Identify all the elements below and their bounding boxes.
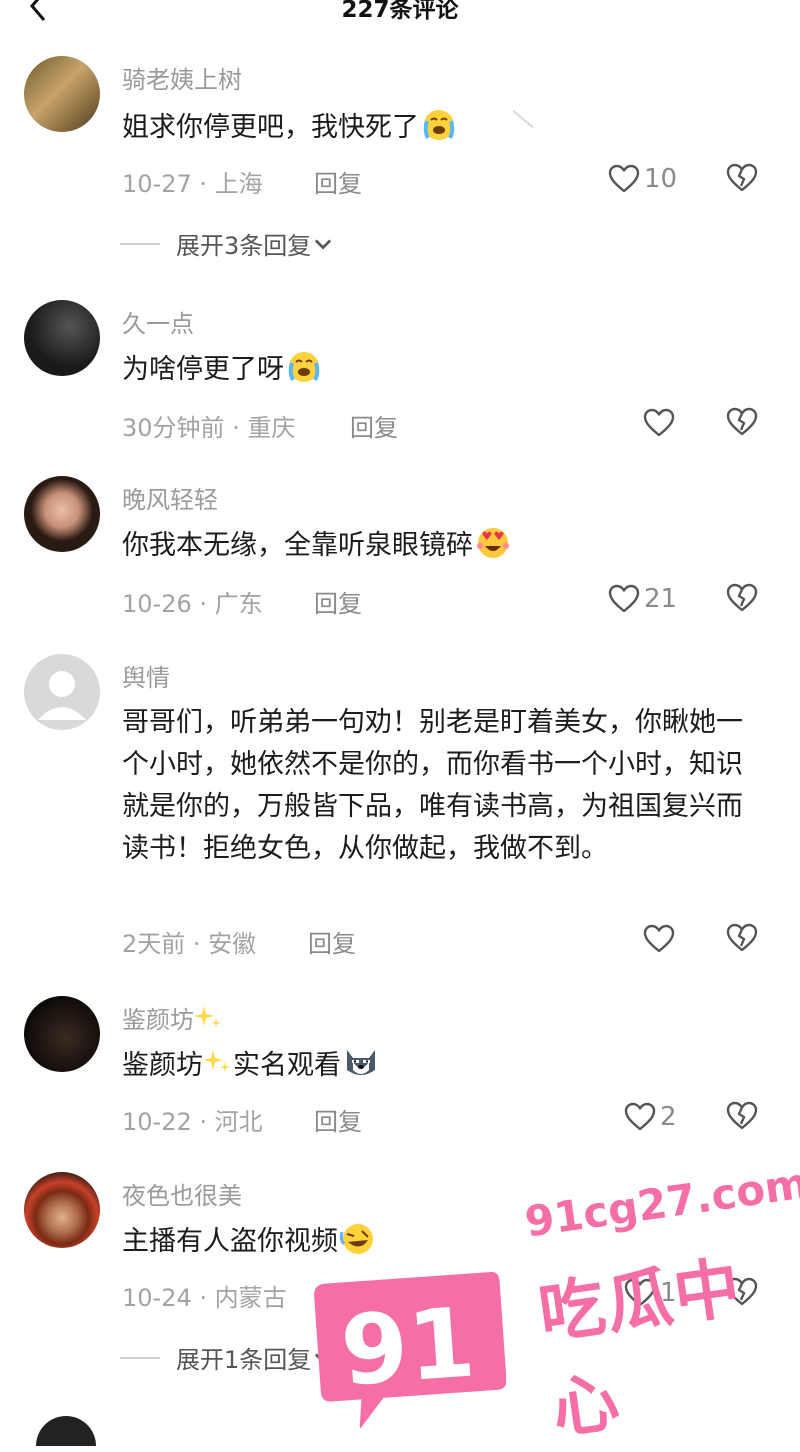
- comment-date: 10-26: [122, 590, 192, 618]
- page-title: 227条评论: [341, 0, 459, 23]
- comment-location: 广东: [214, 590, 263, 618]
- comment-text: 鉴颜坊 实名观看: [122, 1044, 762, 1088]
- expand-replies-label: 展开3条回复: [176, 232, 312, 260]
- comment-meta: 10-24 · 内蒙古: [122, 1284, 287, 1312]
- like-button[interactable]: [643, 406, 675, 440]
- heart-eyes-face-icon: [473, 524, 513, 560]
- watermark: 91 91cg27.com 吃瓜中心: [310, 1158, 800, 1448]
- comment-item: 鉴颜坊 鉴颜坊 实名观看 10-22 · 河北 回复 2: [0, 996, 800, 1146]
- watermark-name: 吃瓜中心: [534, 1248, 747, 1449]
- comment-location: 重庆: [247, 414, 296, 442]
- broken-heart-icon[interactable]: [726, 406, 758, 438]
- heart-icon: [608, 163, 640, 195]
- comment-location: 河北: [214, 1108, 263, 1136]
- default-avatar-icon: [38, 671, 86, 720]
- sparkles-icon: [194, 1004, 224, 1034]
- broken-heart-icon[interactable]: [726, 922, 758, 954]
- avatar[interactable]: [24, 300, 100, 376]
- comment-meta: 10-22 · 河北: [122, 1108, 263, 1136]
- header: 227条评论: [0, 0, 800, 34]
- comment-date: 10-24: [122, 1284, 192, 1312]
- avatar[interactable]: [24, 476, 100, 552]
- comment-text-part: 鉴颜坊: [122, 1050, 203, 1081]
- comment-username-label: 鉴颜坊: [122, 1006, 194, 1034]
- comment-location: 内蒙古: [214, 1284, 287, 1312]
- avatar[interactable]: [24, 996, 100, 1072]
- comment-username[interactable]: 舆情: [122, 658, 170, 693]
- comment-item: 久一点 为啥停更了呀 30分钟前 · 重庆 回复: [0, 300, 800, 450]
- husky-face-icon: [341, 1044, 381, 1080]
- comment-text-body: 姐求你停更吧，我快死了: [122, 112, 419, 143]
- reply-button[interactable]: 回复: [308, 924, 356, 959]
- comment-item: 舆情 哥哥们，听弟弟一句劝！别老是盯着美女，你瞅她一个小时，她依然不是你的，而你…: [0, 654, 800, 964]
- broken-heart-icon[interactable]: [726, 162, 758, 194]
- watermark-badge-text: 91: [337, 1286, 478, 1407]
- broken-heart-icon[interactable]: [726, 1100, 758, 1132]
- comment-date: 2天前: [122, 930, 186, 958]
- expand-replies-button[interactable]: 展开1条回复: [120, 1340, 335, 1375]
- comment-text-body: 主播有人盗你视频: [122, 1226, 338, 1257]
- avatar[interactable]: [24, 56, 100, 132]
- avatar[interactable]: [24, 1172, 100, 1248]
- like-button[interactable]: 2: [624, 1100, 677, 1134]
- loudly-crying-face-icon: [284, 348, 324, 384]
- comment-date: 10-22: [122, 1108, 192, 1136]
- heart-icon: [608, 583, 640, 615]
- comment-text: 你我本无缘，全靠听泉眼镜碎: [122, 524, 762, 568]
- like-button[interactable]: 10: [608, 162, 677, 196]
- comment-meta: 10-27 · 上海: [122, 170, 263, 198]
- like-count: 2: [660, 1102, 677, 1132]
- comment-username[interactable]: 久一点: [122, 304, 194, 339]
- like-button[interactable]: [643, 922, 675, 956]
- comment-meta: 10-26 · 广东: [122, 590, 263, 618]
- reply-button[interactable]: 回复: [314, 584, 362, 619]
- comment-text-body: 为啥停更了呀: [122, 354, 284, 385]
- heart-icon: [643, 407, 675, 439]
- expand-replies-label: 展开1条回复: [176, 1346, 312, 1374]
- comment-date: 30分钟前: [122, 414, 225, 442]
- like-count: 21: [644, 584, 678, 614]
- comment-username[interactable]: 骑老姨上树: [122, 60, 242, 95]
- watermark-badge: 91: [314, 1272, 506, 1428]
- avatar[interactable]: [24, 654, 100, 730]
- comment-item: 骑老姨上树 姐求你停更吧，我快死了 10-27 · 上海 回复 10 展开3条回…: [0, 56, 800, 276]
- avatar[interactable]: [36, 1416, 96, 1446]
- comment-text-part: 实名观看: [233, 1050, 341, 1081]
- reply-button[interactable]: 回复: [314, 164, 362, 199]
- divider: [120, 242, 160, 245]
- heart-icon: [643, 923, 675, 955]
- broken-heart-icon[interactable]: [726, 582, 758, 614]
- comment-text: 哥哥们，听弟弟一句劝！别老是盯着美女，你瞅她一个小时，她依然不是你的，而你看书一…: [122, 707, 743, 864]
- comment-location: 上海: [214, 170, 263, 198]
- sparkles-icon: [203, 1048, 233, 1078]
- divider: [120, 1356, 160, 1359]
- comment-text: 为啥停更了呀: [122, 348, 762, 392]
- comment-meta: 30分钟前 · 重庆: [122, 414, 296, 442]
- reply-button[interactable]: 回复: [350, 408, 398, 443]
- comment-username[interactable]: 晚风轻轻: [122, 480, 218, 515]
- chevron-down-icon: [311, 232, 335, 256]
- comment-item: 晚风轻轻 你我本无缘，全靠听泉眼镜碎 10-26 · 广东 回复 21: [0, 476, 800, 626]
- comment-username[interactable]: 夜色也很美: [122, 1176, 242, 1211]
- like-count: 10: [644, 164, 678, 194]
- comment-text-body: 你我本无缘，全靠听泉眼镜碎: [122, 530, 473, 561]
- reply-button[interactable]: 回复: [314, 1102, 362, 1137]
- comment-location: 安徽: [208, 930, 257, 958]
- comment-text: 姐求你停更吧，我快死了: [122, 106, 762, 150]
- comment-meta: 2天前 · 安徽: [122, 930, 257, 958]
- comment-username[interactable]: 鉴颜坊: [122, 1000, 224, 1035]
- heart-icon: [624, 1101, 656, 1133]
- like-button[interactable]: 21: [608, 582, 677, 616]
- comment-date: 10-27: [122, 170, 192, 198]
- expand-replies-button[interactable]: 展开3条回复: [120, 226, 335, 261]
- loudly-crying-face-icon: [419, 106, 459, 142]
